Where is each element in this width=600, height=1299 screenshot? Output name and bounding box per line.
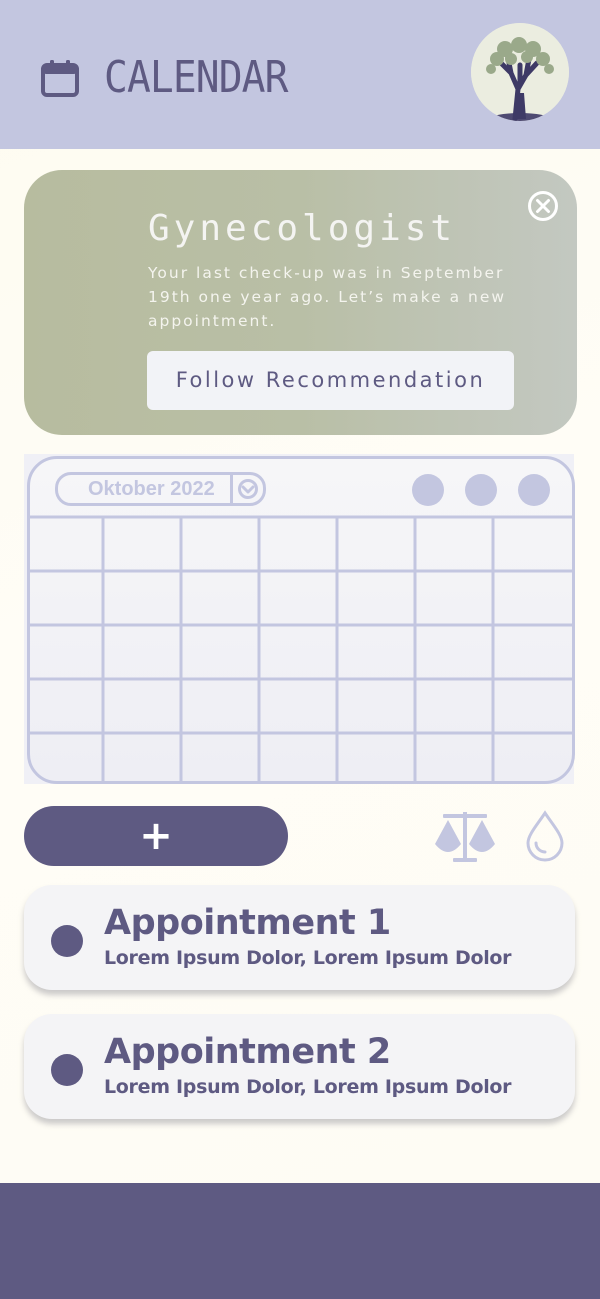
calendar-dot-1[interactable] <box>412 474 444 506</box>
bottom-navigation-bar <box>0 1183 600 1299</box>
add-appointment-button[interactable]: + <box>24 806 288 866</box>
month-divider <box>230 475 233 503</box>
appointment-card[interactable]: Appointment 1 Lorem Ipsum Dolor, Lorem I… <box>24 885 575 990</box>
tree-avatar[interactable] <box>471 23 569 121</box>
close-circle-icon[interactable] <box>527 190 559 222</box>
follow-recommendation-button[interactable]: Follow Recommendation <box>147 351 514 410</box>
appointment-dot <box>51 1054 83 1086</box>
calendar-widget: Oktober 2022 <box>24 454 575 784</box>
tree-icon <box>471 23 569 121</box>
calendar-frame: Oktober 2022 <box>27 456 575 784</box>
calendar-icon <box>41 60 79 97</box>
appointment-dot <box>51 925 83 957</box>
calendar-dot-2[interactable] <box>465 474 497 506</box>
calendar-grid <box>30 515 572 781</box>
chevron-down-icon[interactable] <box>235 479 261 499</box>
drop-icon[interactable] <box>524 810 566 862</box>
calendar-dot-3[interactable] <box>518 474 550 506</box>
add-label: + <box>139 813 173 859</box>
recommendation-title: Gynecologist <box>148 208 457 249</box>
app-header: CALENDAR <box>0 0 600 149</box>
appointment-subtitle: Lorem Ipsum Dolor, Lorem Ipsum Dolor <box>104 1076 512 1098</box>
month-selector[interactable]: Oktober 2022 <box>55 472 266 506</box>
appointment-title: Appointment 2 <box>104 1032 391 1072</box>
appointment-subtitle: Lorem Ipsum Dolor, Lorem Ipsum Dolor <box>104 947 512 969</box>
month-label: Oktober 2022 <box>88 478 215 500</box>
appointment-card[interactable]: Appointment 2 Lorem Ipsum Dolor, Lorem I… <box>24 1014 575 1119</box>
recommendation-card: Gynecologist Your last check-up was in S… <box>24 170 577 435</box>
scale-icon[interactable] <box>433 808 497 864</box>
recommendation-text: Your last check-up was in September 19th… <box>148 264 507 330</box>
appointment-title: Appointment 1 <box>104 903 391 943</box>
page-title: CALENDAR <box>104 52 288 103</box>
